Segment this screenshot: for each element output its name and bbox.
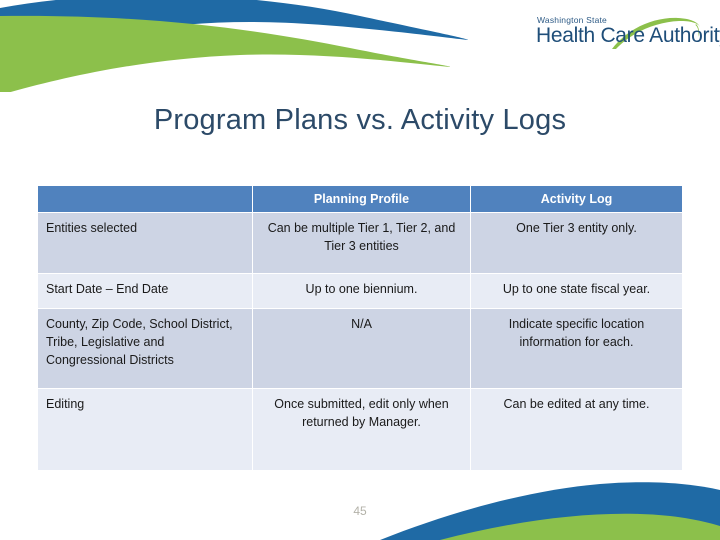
logo-title: Health Care Authority xyxy=(536,24,720,47)
slide-canvas: Washington State Health Care Authority P… xyxy=(0,0,720,540)
table-row: Entities selected Can be multiple Tier 1… xyxy=(37,212,683,274)
table-row: County, Zip Code, School District, Tribe… xyxy=(37,308,683,389)
cell-activity-log-geography: Indicate specific location information f… xyxy=(470,308,683,389)
table-row: Editing Once submitted, edit only when r… xyxy=(37,388,683,471)
hca-logo: Washington State Health Care Authority xyxy=(518,14,720,60)
cell-planning-profile-geography: N/A xyxy=(252,308,471,389)
page-number: 45 xyxy=(353,504,367,518)
row-label-entities-selected: Entities selected xyxy=(37,212,253,274)
column-header-blank xyxy=(37,186,253,213)
row-label-geography: County, Zip Code, School District, Tribe… xyxy=(37,308,253,389)
column-header-activity-log: Activity Log xyxy=(470,186,683,213)
row-label-start-end-date: Start Date – End Date xyxy=(37,273,253,309)
cell-activity-log-editing: Can be edited at any time. xyxy=(470,388,683,471)
cell-activity-log-dates: Up to one state fiscal year. xyxy=(470,273,683,309)
row-label-editing: Editing xyxy=(37,388,253,471)
cell-planning-profile-dates: Up to one biennium. xyxy=(252,273,471,309)
comparison-table: Planning Profile Activity Log Entities s… xyxy=(37,186,683,471)
page-title: Program Plans vs. Activity Logs xyxy=(153,104,567,136)
column-header-planning-profile: Planning Profile xyxy=(252,186,471,213)
cell-activity-log-entities: One Tier 3 entity only. xyxy=(470,212,683,274)
table-row: Start Date – End Date Up to one biennium… xyxy=(37,273,683,309)
table-header-row: Planning Profile Activity Log xyxy=(37,186,683,213)
cell-planning-profile-editing: Once submitted, edit only when returned … xyxy=(252,388,471,471)
cell-planning-profile-entities: Can be multiple Tier 1, Tier 2, and Tier… xyxy=(252,212,471,274)
